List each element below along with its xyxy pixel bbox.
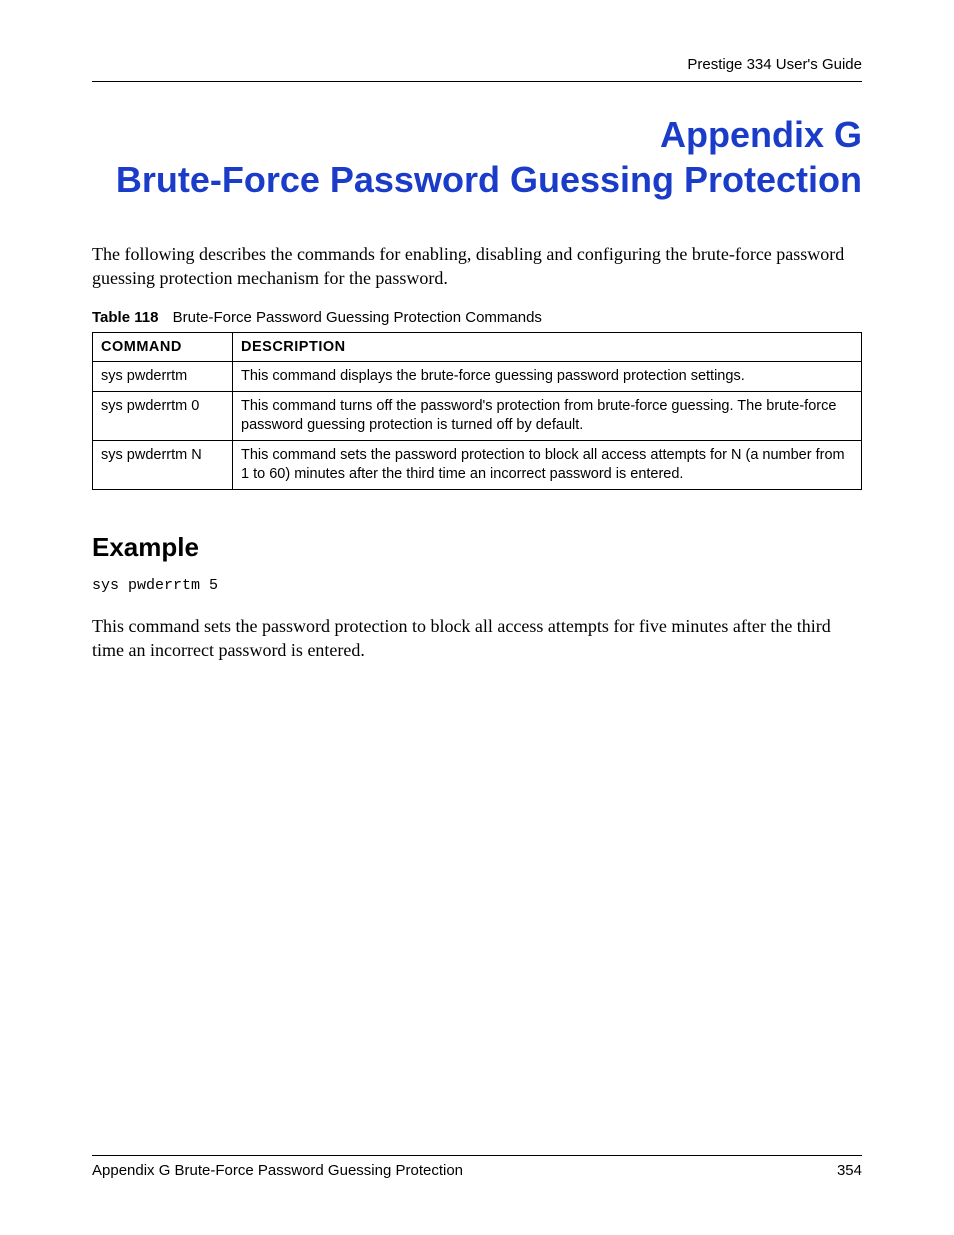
table-row: sys pwderrtm 0 This command turns off th… — [93, 392, 862, 441]
header-rule — [92, 81, 862, 82]
footer-rule — [92, 1155, 862, 1156]
appendix-title-line1: Appendix G — [660, 114, 862, 155]
footer-page-number: 354 — [837, 1162, 862, 1179]
running-header: Prestige 334 User's Guide — [92, 56, 862, 73]
cell-description: This command turns off the password's pr… — [233, 392, 862, 441]
cell-command: sys pwderrtm 0 — [93, 392, 233, 441]
example-code: sys pwderrtm 5 — [92, 577, 862, 594]
appendix-title-line2: Brute-Force Password Guessing Protection — [116, 159, 862, 200]
cell-command: sys pwderrtm — [93, 362, 233, 392]
table-header-command: COMMAND — [93, 332, 233, 362]
cell-description: This command sets the password protectio… — [233, 440, 862, 489]
table-row: sys pwderrtm This command displays the b… — [93, 362, 862, 392]
example-heading: Example — [92, 532, 862, 563]
table-caption-label: Table 118 — [92, 309, 158, 326]
table-caption: Table 118 Brute-Force Password Guessing … — [92, 309, 862, 326]
footer-left-text: Appendix G Brute-Force Password Guessing… — [92, 1162, 463, 1179]
intro-paragraph: The following describes the commands for… — [92, 242, 862, 291]
table-row: sys pwderrtm N This command sets the pas… — [93, 440, 862, 489]
cell-command: sys pwderrtm N — [93, 440, 233, 489]
document-page: Prestige 334 User's Guide Appendix G Bru… — [0, 0, 954, 1235]
table-header-row: COMMAND DESCRIPTION — [93, 332, 862, 362]
table-header-description: DESCRIPTION — [233, 332, 862, 362]
example-explanation: This command sets the password protectio… — [92, 614, 862, 663]
cell-description: This command displays the brute-force gu… — [233, 362, 862, 392]
table-caption-text: Brute-Force Password Guessing Protection… — [173, 309, 542, 326]
page-footer: Appendix G Brute-Force Password Guessing… — [92, 1155, 862, 1179]
appendix-title: Appendix G Brute-Force Password Guessing… — [92, 112, 862, 202]
commands-table: COMMAND DESCRIPTION sys pwderrtm This co… — [92, 332, 862, 490]
